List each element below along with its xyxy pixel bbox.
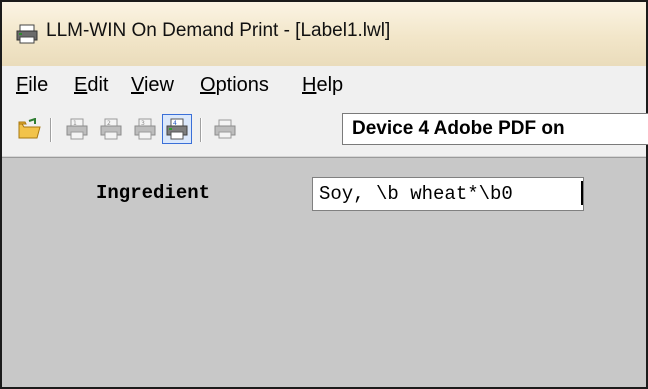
ingredient-input[interactable]: Soy, \b wheat*\b0 — [312, 177, 584, 211]
menu-options-accel: O — [200, 74, 216, 96]
printer-button[interactable] — [210, 114, 240, 144]
svg-text:4: 4 — [173, 120, 177, 127]
menu-help[interactable]: Help — [302, 74, 343, 97]
device-select[interactable]: Device 4 Adobe PDF on — [342, 113, 648, 145]
menu-view[interactable]: View — [131, 74, 174, 97]
menu-file-label: ile — [28, 74, 49, 96]
print-1-icon: 1 — [66, 118, 88, 140]
open-button[interactable] — [14, 114, 44, 144]
ingredient-label: Ingredient — [96, 182, 211, 204]
print-3-icon: 3 — [134, 118, 156, 140]
menu-edit-label: dit — [87, 74, 109, 96]
text-caret — [581, 181, 583, 205]
print-active-button[interactable]: 4 — [162, 114, 192, 144]
print-2-button[interactable]: 2 — [96, 114, 126, 144]
printer-app-icon — [16, 24, 38, 44]
menu-help-accel: H — [302, 74, 317, 96]
menu-view-accel: V — [131, 74, 144, 96]
title-bar[interactable]: LLM-WIN On Demand Print - [Label1.lwl] — [2, 2, 646, 66]
print-active-icon: 4 — [166, 118, 188, 140]
open-folder-icon — [18, 118, 41, 139]
printer-icon — [214, 119, 236, 139]
menu-help-label: elp — [316, 74, 344, 96]
print-1-button[interactable]: 1 — [62, 114, 92, 144]
window-title: LLM-WIN On Demand Print - [Label1.lwl] — [46, 20, 391, 41]
menu-options[interactable]: Options — [200, 74, 269, 97]
print-3-button[interactable]: 3 — [130, 114, 160, 144]
menu-file-accel: F — [16, 74, 29, 96]
menu-bar: File Edit View Options Help — [2, 66, 646, 104]
svg-text:1: 1 — [73, 120, 77, 127]
menu-options-label: ptions — [215, 74, 269, 96]
toolbar-separator — [50, 118, 52, 142]
print-2-icon: 2 — [100, 118, 122, 140]
menu-edit[interactable]: Edit — [74, 74, 108, 97]
svg-text:2: 2 — [107, 120, 111, 127]
menu-file[interactable]: File — [16, 74, 48, 97]
menu-view-label: iew — [143, 74, 174, 96]
menu-edit-accel: E — [74, 74, 88, 96]
toolbar-separator — [200, 118, 202, 142]
svg-text:3: 3 — [141, 120, 145, 127]
